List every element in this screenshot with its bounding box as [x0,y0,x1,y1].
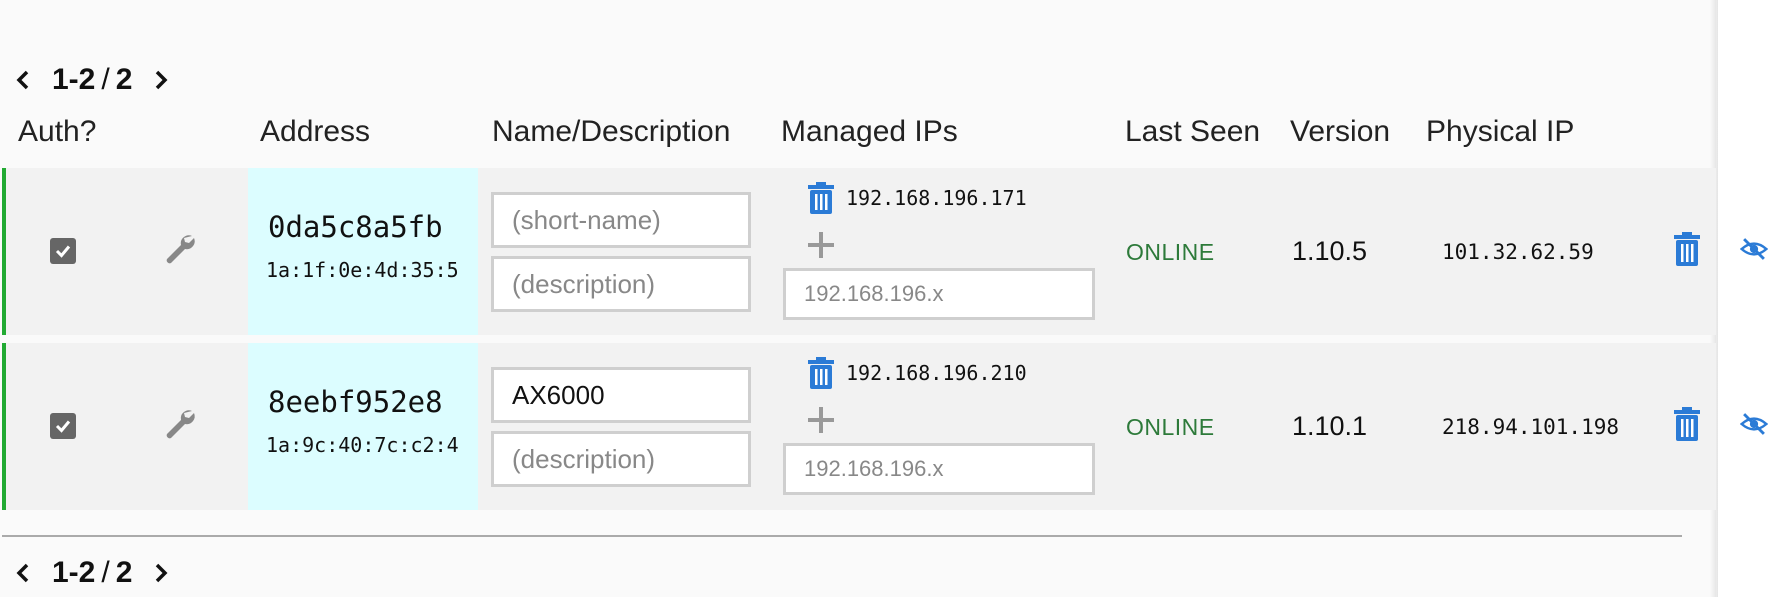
physical-ip: 218.94.101.198 [1442,415,1620,439]
pager-bottom: 1-2/2 [8,553,176,593]
physical-ip: 101.32.62.59 [1442,240,1594,264]
delete-member-button[interactable] [1672,232,1702,266]
eye-slash-icon [1740,238,1768,260]
prev-page-button[interactable] [8,65,38,95]
member-row: 0da5c8a5fb 1a:1f:0e:4d:35:5 192.168.196.… [2,168,1768,335]
chevron-right-icon [156,70,168,90]
header-version: Version [1290,115,1391,148]
address-cell: 0da5c8a5fb 1a:1f:0e:4d:35:5 [248,168,478,335]
header-managed-ips: Managed IPs [781,115,958,148]
member-address: 8eebf952e8 [268,385,443,419]
header-physical-ip: Physical IP [1426,115,1575,148]
member-version: 1.10.5 [1292,236,1368,266]
header-address: Address [260,115,371,148]
member-address: 0da5c8a5fb [268,210,443,244]
short-name-input[interactable] [491,367,751,423]
address-cell: 8eebf952e8 1a:9c:40:7c:c2:4 [248,343,478,510]
plus-icon[interactable] [806,230,836,260]
member-mac: 1a:1f:0e:4d:35:5 [266,258,459,282]
pager-separator: / [101,556,110,589]
page-range: 1-2 [52,556,96,589]
prev-page-button[interactable] [8,558,38,588]
delete-member-button[interactable] [1672,407,1702,441]
pager-label: 1-2/2 [52,556,132,590]
wrench-icon[interactable] [162,405,198,441]
managed-ip-entry: 192.168.196.210 [806,357,1027,389]
hide-member-button[interactable] [1740,234,1768,264]
eye-slash-icon [1740,413,1768,435]
status-online: ONLINE [1126,414,1215,440]
page-range: 1-2 [52,63,96,96]
header-name-description: Name/Description [492,115,731,148]
chevron-left-icon [16,70,29,90]
wrench-icon[interactable] [162,230,198,266]
chevron-right-icon [156,563,168,583]
auth-checkbox[interactable] [50,413,76,439]
next-page-button[interactable] [146,558,176,588]
checkmark-icon [55,245,71,258]
trash-icon [1674,232,1700,266]
page-total: 2 [115,63,133,96]
pager-label: 1-2/2 [52,63,132,97]
header-last-seen: Last Seen [1125,115,1261,148]
pager-separator: / [101,63,110,96]
hide-member-button[interactable] [1740,409,1768,439]
next-page-button[interactable] [146,65,176,95]
member-mac: 1a:9c:40:7c:c2:4 [266,433,459,457]
member-version: 1.10.1 [1292,411,1368,441]
table-divider [2,535,1682,537]
new-ip-input[interactable] [783,268,1095,320]
new-ip-input[interactable] [783,443,1095,495]
right-panel-edge [1716,0,1773,597]
checkmark-icon [55,420,71,433]
chevron-left-icon [16,563,29,583]
member-row: 8eebf952e8 1a:9c:40:7c:c2:4 192.168.196.… [2,343,1768,510]
auth-checkbox[interactable] [50,238,76,264]
status-online: ONLINE [1126,239,1215,265]
managed-ip-address: 192.168.196.210 [846,361,1027,385]
managed-ip-entry: 192.168.196.171 [806,182,1027,214]
trash-icon[interactable] [806,182,836,214]
header-auth: Auth? [18,115,97,148]
pager-top: 1-2/2 [8,60,176,100]
managed-ip-address: 192.168.196.171 [846,186,1027,210]
page-total: 2 [115,556,133,589]
plus-icon[interactable] [806,405,836,435]
short-name-input[interactable] [491,192,751,248]
description-input[interactable] [491,431,751,487]
description-input[interactable] [491,256,751,312]
trash-icon [1674,407,1700,441]
trash-icon[interactable] [806,357,836,389]
